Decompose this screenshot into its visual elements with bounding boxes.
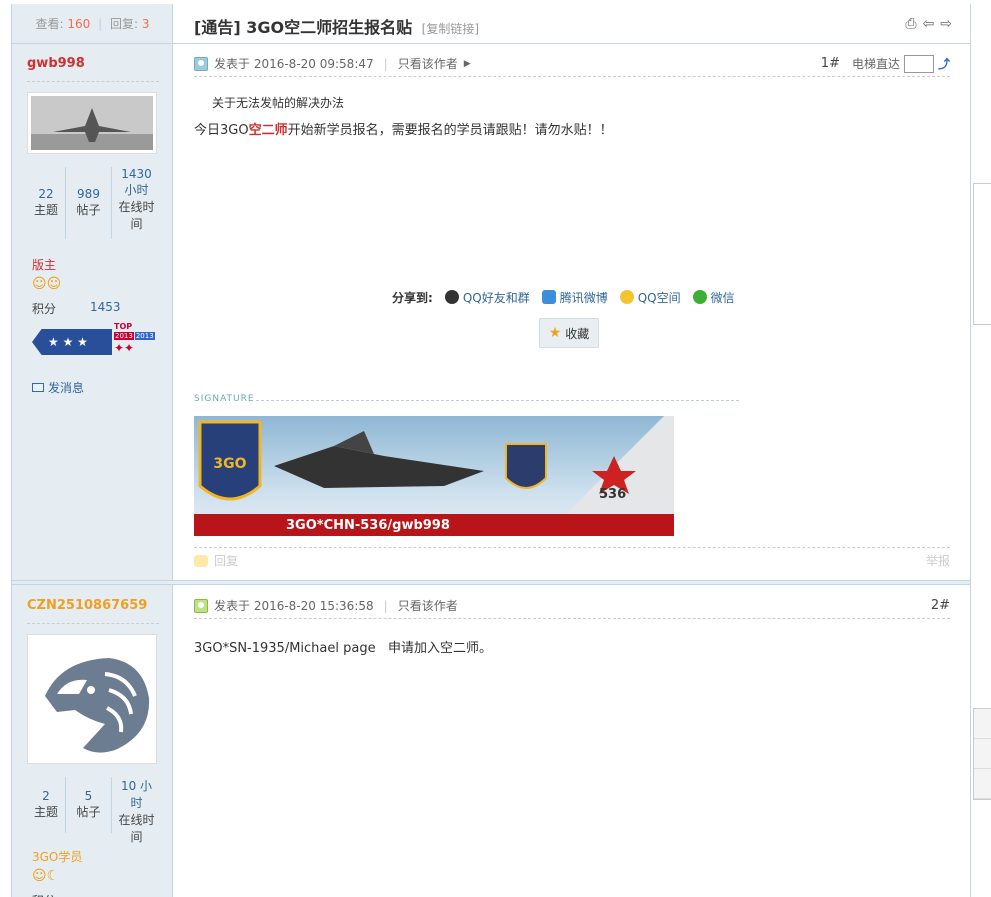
online-status-icon — [194, 56, 208, 71]
offline-status-icon — [194, 598, 208, 613]
only-author-link-2[interactable]: 只看该作者 — [398, 597, 458, 614]
eagle-avatar-image — [31, 638, 153, 760]
avatar-2[interactable] — [27, 634, 157, 764]
replies-count: 3 — [141, 17, 150, 31]
share-qzone[interactable]: QQ空间 — [619, 289, 681, 306]
star-icon: ★ — [548, 325, 562, 341]
share-tencent-weibo[interactable]: 腾讯微博 — [541, 289, 608, 306]
signature-banner: 3GO 536 3GO*CHN-536/gwb998 — [194, 416, 674, 536]
views-label: 查看: — [35, 17, 64, 31]
views-count: 160 — [67, 17, 91, 31]
post-header-2: 发表于 2016-8-20 15:36:58 | 只看该作者 2# — [194, 593, 950, 619]
post-separator — [12, 580, 970, 585]
author-name-2[interactable]: CZN2510867659 — [27, 598, 147, 613]
thread-stats: 查看: 160 | 回复: 3 — [12, 4, 173, 44]
medals: ★ ★ ★ TOP 2013 2013 ✦✦ — [32, 322, 155, 355]
floor-number[interactable]: 1# — [821, 56, 840, 71]
envelope-icon — [32, 383, 44, 392]
medal-ribbon[interactable]: ★ ★ ★ — [32, 329, 112, 355]
stat-online: 1430 小时 在线时间 — [111, 167, 161, 239]
stat-threads[interactable]: 22 主题 — [27, 167, 65, 239]
author-name[interactable]: gwb998 — [27, 56, 85, 71]
post-body-2: 3GO*SN-1935/Michael page 申请加入空二师。 — [194, 641, 492, 656]
points-label: 积分 — [32, 302, 57, 316]
floating-tools — [973, 708, 991, 800]
reply-link[interactable]: 回复 — [214, 552, 238, 569]
qzone-icon — [619, 290, 634, 304]
share-bar: 分享到: QQ好友和群 腾讯微博 QQ空间 微信 — [392, 289, 735, 306]
share-label: 分享到: — [392, 291, 433, 305]
qq-icon — [444, 290, 459, 304]
post-actions: 回复 举报 — [194, 547, 950, 573]
replies-label: 回复: — [109, 17, 139, 31]
elevator-go-icon[interactable]: ⤴ — [938, 55, 950, 72]
post-body: 今日3GO空二师开始新学员报名，需要报名的学员请跟贴！请勿水贴！！ — [194, 123, 613, 138]
floor-number-2[interactable]: 2# — [931, 598, 950, 613]
author-divider — [27, 81, 159, 82]
thread-title-text: 3GO空二师招生报名贴 — [246, 18, 413, 37]
thread-frame: 查看: 160 | 回复: 3 [通告] 3GO空二师招生报名贴 [复制链接] … — [11, 4, 971, 897]
medal-2013[interactable]: TOP 2013 2013 ✦✦ — [114, 322, 155, 355]
stat-online-2: 10 小时 在线时间 — [111, 777, 161, 844]
post-header: 发表于 2016-8-20 09:58:47 | 只看该作者 ▶ 1# 电梯直达… — [194, 51, 950, 77]
stat-posts-2[interactable]: 5 帖子 — [65, 777, 111, 833]
elevator-input[interactable] — [903, 54, 934, 73]
rank-stars-icon: ☺☺ — [32, 276, 62, 292]
author-stats: 22 主题 989 帖子 1430 小时 在线时间 — [27, 167, 165, 239]
side-panel[interactable] — [973, 183, 991, 325]
send-message-button[interactable]: 发消息 — [32, 379, 84, 396]
print-icon[interactable]: ⎙ — [905, 16, 916, 32]
user-rank: 版主 — [32, 258, 57, 272]
rank-moon-icon: ☺☾ — [32, 868, 60, 884]
next-thread-icon[interactable]: ⇨ — [940, 16, 952, 32]
points-row: 积分 1453 — [32, 300, 121, 317]
points-label-2: 积分 — [32, 892, 56, 897]
elevator-label: 电梯直达 — [851, 57, 900, 71]
post-time-2: 发表于 2016-8-20 15:36:58 — [214, 599, 374, 613]
signature-label: SIGNATURE — [194, 394, 739, 404]
avatar-image — [31, 96, 153, 150]
reply-icon — [194, 554, 208, 567]
banner-logo-text: 3GO — [213, 456, 247, 472]
wechat-icon — [692, 290, 707, 304]
favorite-label: 收藏 — [565, 326, 590, 341]
post-time: 发表于 2016-8-20 09:58:47 — [214, 57, 374, 71]
stat-threads-2[interactable]: 2 主题 — [27, 777, 65, 833]
banner-tail-number: 536 — [599, 487, 627, 502]
elevator: 电梯直达 ⤴ — [851, 54, 950, 73]
stats-divider: | — [98, 17, 103, 31]
grid-icon[interactable] — [974, 769, 991, 799]
favorite-button[interactable]: ★ 收藏 — [539, 318, 599, 348]
post-subtitle: 关于无法发帖的解决办法 — [212, 96, 345, 110]
author-divider-2 — [27, 623, 159, 624]
share-wechat[interactable]: 微信 — [692, 289, 735, 306]
share-qq-friends[interactable]: QQ好友和群 — [444, 289, 530, 306]
author-stats-2: 2 主题 5 帖子 10 小时 在线时间 — [27, 777, 165, 844]
user-rank-2: 3GO学员 — [32, 850, 83, 864]
prev-thread-icon[interactable]: ⇦ — [923, 16, 935, 32]
copy-link[interactable]: [复制链接] — [422, 22, 479, 36]
points-value: 1453 — [90, 300, 121, 314]
send-message-label: 发消息 — [48, 381, 85, 395]
avatar[interactable] — [27, 92, 157, 154]
banner-text: 3GO*CHN-536/gwb998 — [286, 518, 450, 533]
back-to-top-icon[interactable] — [974, 739, 991, 769]
thread-header: 查看: 160 | 回复: 3 [通告] 3GO空二师招生报名贴 [复制链接] … — [12, 4, 970, 44]
report-link[interactable]: 举报 — [926, 552, 950, 569]
thread-title: [通告] 3GO空二师招生报名贴 [复制链接] — [194, 14, 479, 38]
comment-icon[interactable] — [974, 709, 991, 739]
triangle-right-icon: ▶ — [463, 58, 471, 69]
title-tools: ⎙ ⇦ ⇨ — [905, 16, 952, 32]
stat-posts[interactable]: 989 帖子 — [65, 167, 111, 239]
thread-tag[interactable]: [通告] — [194, 18, 241, 37]
tencent-weibo-icon — [541, 290, 556, 304]
highlight-text: 空二师 — [248, 123, 288, 138]
only-author-link[interactable]: 只看该作者 — [398, 55, 458, 72]
